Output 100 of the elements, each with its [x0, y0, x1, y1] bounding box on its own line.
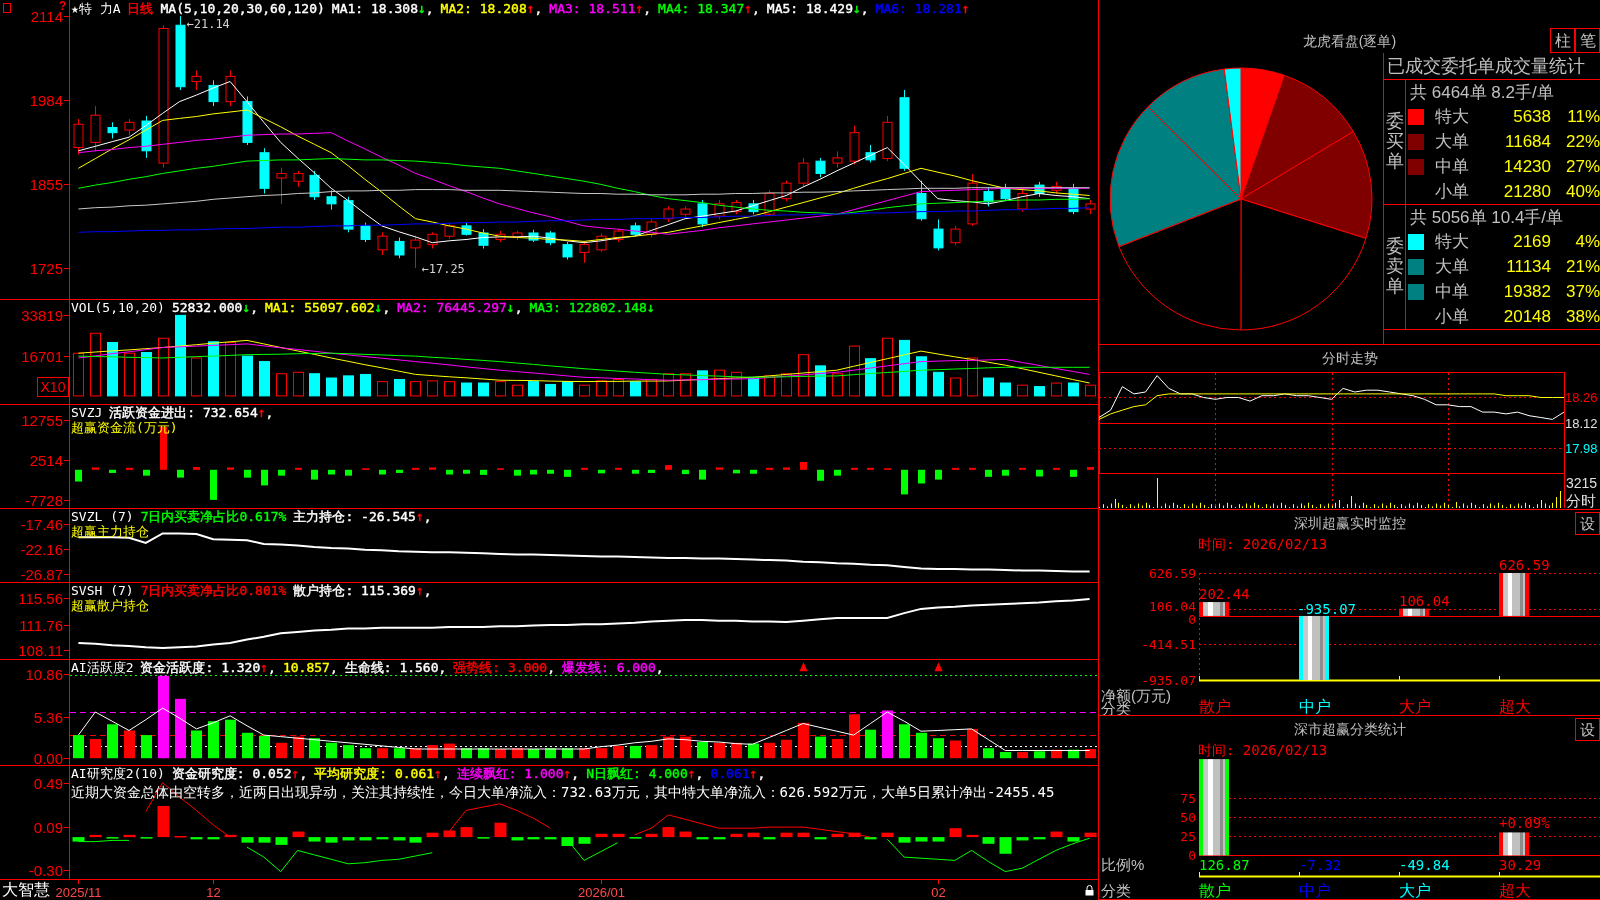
- fund-flow-bar: [1019, 467, 1026, 470]
- y-axis-label: 10.86: [25, 665, 63, 683]
- fund-flow-bar: [92, 467, 99, 470]
- research-bar: [595, 833, 608, 838]
- research-bar: [224, 834, 237, 838]
- fund-flow-bar: [530, 469, 537, 475]
- trend-arrow: ↑: [291, 766, 300, 781]
- research-bar: [376, 837, 389, 840]
- axis-title: 分类: [1101, 882, 1131, 899]
- activity-bar: [444, 743, 455, 759]
- side-label: 委卖单: [1385, 237, 1404, 297]
- lock-icon: [1085, 885, 1094, 896]
- candlestick: [326, 189, 337, 211]
- fund-flow-bar: [328, 469, 335, 475]
- activity-bar: [697, 742, 708, 759]
- research-bar: [713, 837, 726, 840]
- order-volume: 11684: [1505, 131, 1551, 152]
- order-summary: 共 6464单 8.2手/单: [1410, 81, 1554, 104]
- chart-bar: [1499, 573, 1529, 616]
- chart-mode-button[interactable]: 笔: [1575, 28, 1600, 53]
- activity-bar: [309, 738, 320, 759]
- activity-bar: [410, 748, 421, 759]
- activity-bar: [849, 714, 860, 759]
- activity-bar: [124, 730, 135, 759]
- fund-flow-bar: [918, 469, 925, 484]
- candlestick: [512, 230, 523, 241]
- candlestick: [242, 95, 253, 146]
- y-axis-label: -7728: [24, 491, 63, 508]
- side-label: 委买单: [1385, 112, 1404, 172]
- activity-bar: [865, 729, 876, 759]
- research-bar: [814, 837, 827, 840]
- research-bar: [72, 837, 85, 842]
- order-type-label: 特大: [1435, 231, 1470, 253]
- panel-title: 分时走势: [1321, 348, 1378, 367]
- candlestick: [343, 196, 354, 233]
- candlestick: [225, 70, 236, 107]
- volume-bar: [225, 342, 236, 397]
- fund-flow-bar: [244, 469, 251, 478]
- y-axis-label: 0: [1188, 848, 1196, 863]
- candlestick: [933, 218, 944, 251]
- volume-bar: [916, 356, 927, 397]
- activity-bar: [293, 736, 304, 759]
- indicator-value: 爆发线: 6.000: [562, 660, 656, 675]
- research-bar: [966, 834, 979, 838]
- fund-flow-bar: [648, 469, 655, 473]
- separator-text: ,: [382, 300, 391, 315]
- volume-bar: [259, 361, 270, 397]
- y-axis-label: 33819: [21, 306, 63, 324]
- y-axis-label: 50: [1180, 810, 1196, 825]
- indicator-title: AI研究度2(10): [71, 766, 165, 781]
- volume-bar: [444, 381, 455, 397]
- research-bar: [1033, 837, 1046, 840]
- activity-bar: [1051, 749, 1062, 759]
- candlestick: [916, 180, 927, 222]
- volume-bar: [967, 357, 978, 397]
- axis-title: 比例%: [1101, 856, 1145, 873]
- fund-flow-bar: [867, 467, 874, 470]
- research-bar: [797, 832, 810, 838]
- volume-bar: [815, 365, 826, 397]
- activity-bar: [798, 722, 809, 759]
- fund-flow-bar: [935, 469, 942, 480]
- fund-flow-bar: [733, 469, 740, 474]
- trend-arrow: ↓: [646, 300, 655, 315]
- indicator-value: N日飘红: 4.000: [586, 766, 688, 781]
- trend-arrow: ↓: [852, 1, 861, 16]
- candlestick: [663, 205, 674, 223]
- value-label: 626.59: [1499, 557, 1550, 573]
- candlestick: [394, 237, 405, 259]
- activity-bar: [141, 735, 152, 759]
- research-bar: [325, 837, 338, 843]
- volume-bar: [1034, 386, 1045, 397]
- indicator-value: 52832.000: [171, 300, 243, 315]
- indicator-value: 资金研究度: 0.052: [171, 766, 292, 781]
- category-label: 中户: [1299, 882, 1331, 899]
- fund-flow-bar: [969, 467, 976, 470]
- fund-flow-bar: [851, 467, 858, 470]
- chart-mode-button[interactable]: 柱: [1550, 28, 1575, 53]
- candlestick: [90, 105, 101, 152]
- indicator-value: 平均研究度: 0.061: [314, 766, 435, 781]
- separator-text: ,: [438, 660, 447, 675]
- trend-arrow: ↓: [506, 300, 515, 315]
- activity-bar: [242, 732, 253, 759]
- settings-button[interactable]: 设: [1575, 512, 1600, 535]
- y-axis-label: -935.07: [1141, 673, 1196, 688]
- research-bar: [679, 831, 692, 838]
- chart-bar: [1199, 602, 1229, 616]
- fund-flow-bar: [716, 467, 723, 470]
- settings-button[interactable]: 设: [1575, 718, 1600, 741]
- candlestick: [545, 230, 556, 246]
- fund-flow-bar: [177, 469, 184, 478]
- fund-flow-bar: [564, 469, 571, 477]
- price-annotation: ←21.14: [186, 17, 230, 32]
- value-label: 106.04: [1399, 592, 1450, 609]
- research-bar: [949, 828, 962, 838]
- change-annotation: +0.09%: [1499, 815, 1550, 832]
- volume-bar: [326, 377, 337, 397]
- y-axis-label: 5.36: [33, 708, 63, 726]
- research-bar: [426, 832, 439, 838]
- candlestick: [697, 199, 708, 228]
- indicator-value: 7日内买卖净占比0.801%: [140, 583, 287, 598]
